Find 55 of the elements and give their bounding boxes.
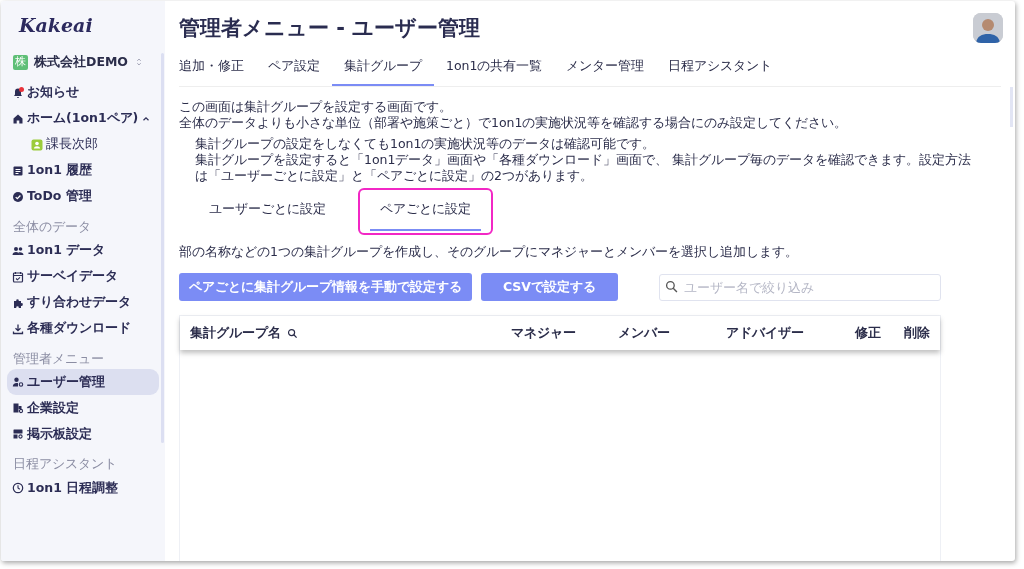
sidebar-item[interactable]: ToDo 管理: [7, 183, 159, 210]
check-circle-icon: [12, 190, 24, 203]
note-text: 集計グループを設定すると「1on1データ」画面や「各種ダウンロード」画面で、 集計グループ毎のデータを確認できます。設定方法は「ユーザーごとに設定」と「ペアごとに設定」の2つがあります。: [195, 151, 973, 184]
tab[interactable]: ペア設定: [256, 51, 332, 86]
puzzle-icon: [12, 296, 24, 309]
column-header: アドバイザー: [725, 323, 804, 342]
sidebar-item[interactable]: ユーザー管理: [7, 369, 159, 396]
tab[interactable]: 集計グループ: [332, 51, 434, 86]
column-header: メンバー: [618, 323, 671, 342]
sidebar-item[interactable]: すり合わせデータ: [7, 289, 159, 316]
clock-icon: [12, 482, 24, 494]
column-header: マネジャー: [511, 323, 577, 342]
column-header: 削除: [904, 323, 930, 342]
sub-tab[interactable]: ユーザーごとに設定: [199, 191, 336, 231]
note-icon: [12, 164, 24, 177]
building-gear-icon: [12, 402, 24, 415]
sidebar-item[interactable]: 1on1 日程調整: [7, 475, 159, 501]
home-icon: [12, 112, 24, 125]
user-icon: [31, 138, 43, 151]
user-gear-icon: [12, 376, 24, 389]
people-icon: [12, 244, 24, 257]
intro-text: この画面は集計グループを設定する画面です。: [179, 98, 453, 115]
logo: Kakeai: [17, 13, 94, 38]
tab[interactable]: 日程アシスタント: [656, 51, 785, 86]
sidebar-item[interactable]: お知らせ: [7, 79, 159, 106]
sidebar-item[interactable]: 1on1 履歴: [7, 157, 159, 184]
company-badge: 株: [13, 54, 28, 70]
bell-icon: [12, 86, 24, 99]
column-header: 修正: [855, 323, 882, 342]
section-heading: 全体のデータ: [12, 217, 92, 236]
sidebar-item[interactable]: 掲示板設定: [7, 421, 159, 448]
download-icon: [12, 322, 24, 335]
sidebar-item[interactable]: 課長次郎: [7, 131, 159, 158]
sidebar-item[interactable]: サーベイデータ: [7, 263, 159, 290]
sidebar-item[interactable]: 各種ダウンロード: [7, 315, 159, 342]
calendar-check-icon: [12, 270, 24, 283]
up-down-icon: [134, 57, 144, 68]
intro-text: 全体のデータよりも小さな単位（部署や施策ごと）で1on1の実施状況等を確認する場合にのみ設定してください。: [179, 114, 849, 131]
sidebar-item[interactable]: 1on1 データ: [7, 237, 159, 264]
sidebar-item[interactable]: ホーム(1on1ペア): [7, 105, 159, 132]
section-heading: 管理者メニュー: [12, 349, 105, 368]
sub-tab[interactable]: ペアごとに設定: [370, 191, 481, 231]
description-text: 部の名称などの1つの集計グループを作成し、そのグループにマネジャーとメンバーを選択し追加します。: [179, 242, 799, 261]
search-field[interactable]: ユーザー名で絞り込み: [659, 273, 941, 301]
tab[interactable]: 1on1の共有一覧: [434, 51, 555, 86]
note-text: 集計グループの設定をしなくても1on1の実施状況等のデータは確認可能です。: [195, 135, 657, 152]
column-header: 集計グループ名: [190, 323, 281, 342]
sidebar-item[interactable]: 企業設定: [7, 395, 159, 422]
company-name[interactable]: 株式会社DEMO: [34, 53, 128, 72]
section-heading: 日程アシスタント: [12, 455, 118, 474]
page-title: 管理者メニュー - ユーザー管理: [179, 15, 481, 42]
tab[interactable]: メンター管理: [554, 51, 657, 86]
board-gear-icon: [12, 428, 24, 441]
avatar[interactable]: [973, 13, 1003, 43]
tab[interactable]: 追加・修正: [179, 51, 256, 86]
